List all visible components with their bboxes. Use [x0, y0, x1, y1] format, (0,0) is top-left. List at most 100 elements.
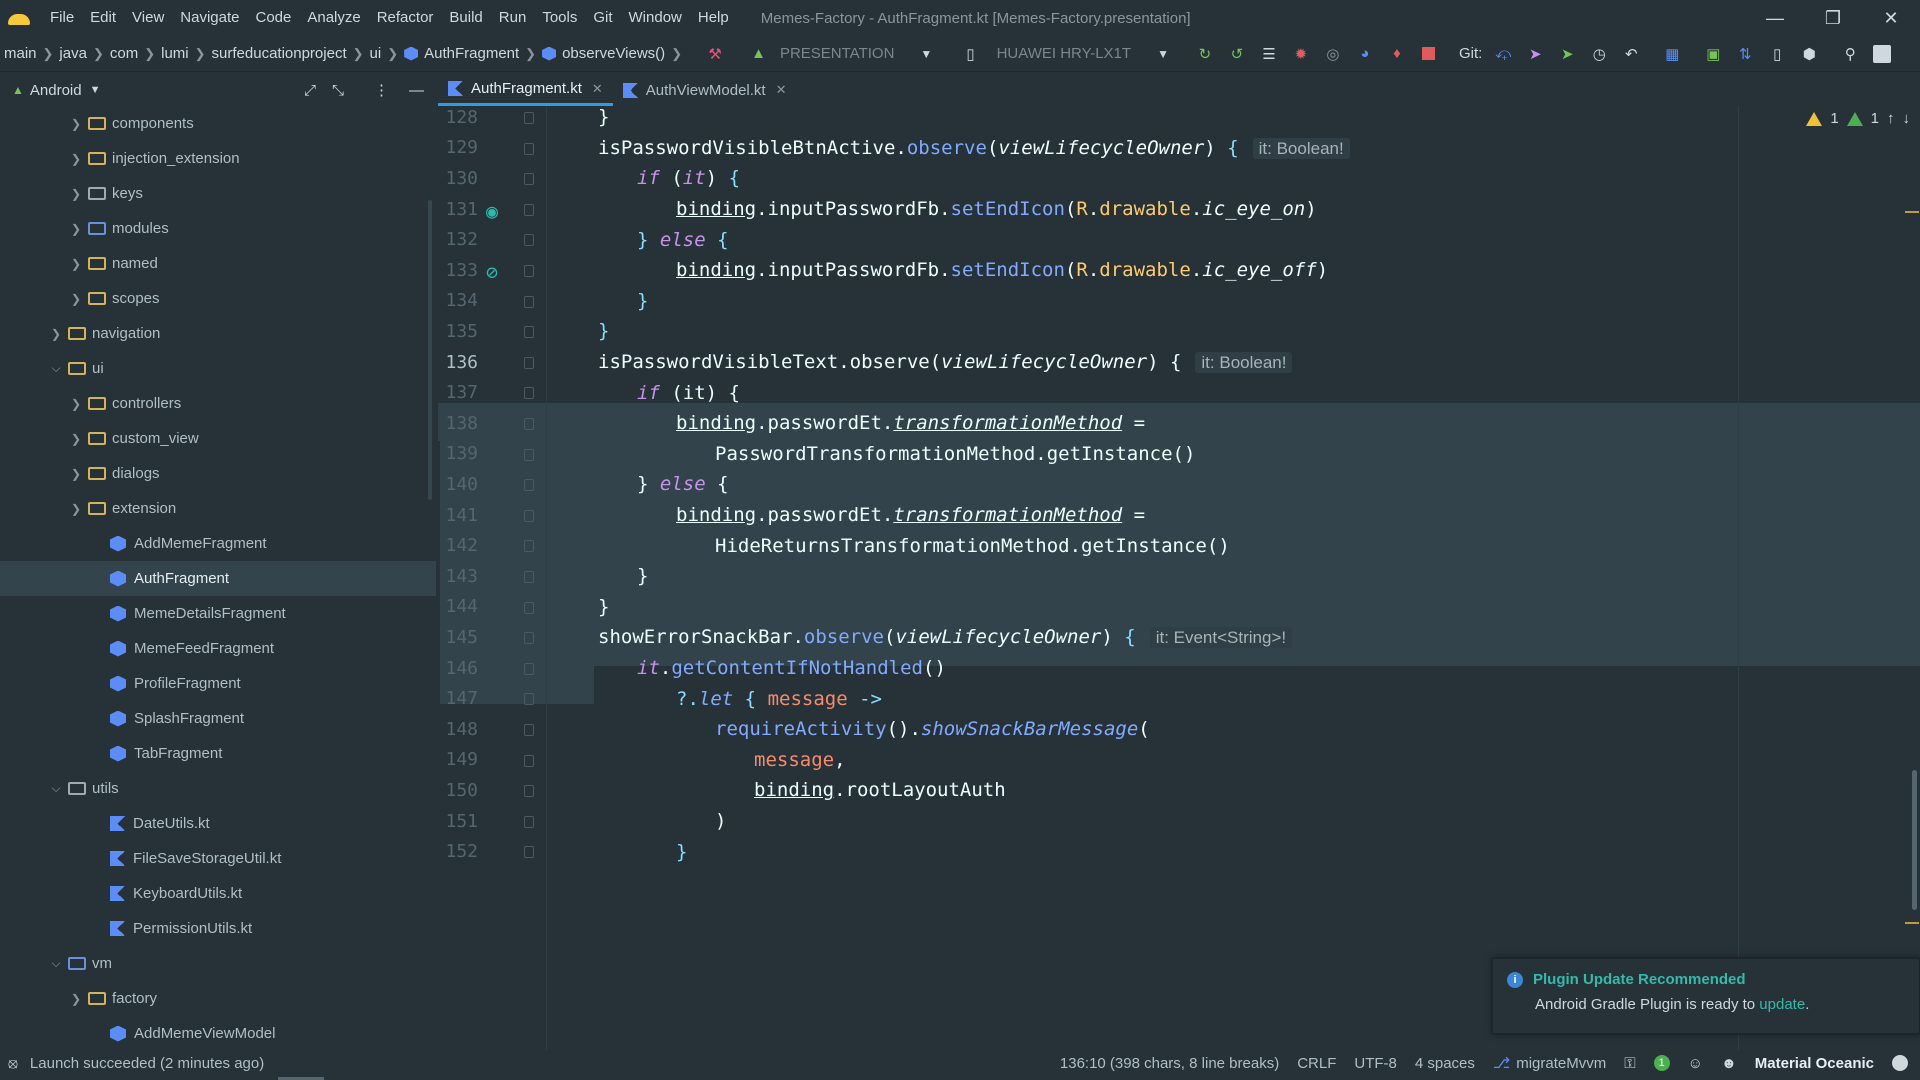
tree-item[interactable]: ❯ factory: [0, 981, 436, 1016]
chevron-right-icon[interactable]: ❯: [68, 397, 84, 411]
code-line[interactable]: 144}: [438, 592, 1920, 623]
fold-marker-icon[interactable]: [524, 112, 534, 124]
tree-item[interactable]: MemeFeedFragment: [0, 631, 436, 666]
device-manager-icon[interactable]: ▯: [1766, 43, 1788, 65]
apply-changes-icon[interactable]: ↺: [1226, 43, 1248, 65]
breadcrumb-item[interactable]: lumi: [161, 45, 189, 62]
menu-edit[interactable]: Edit: [82, 0, 124, 36]
tree-item[interactable]: ❯ named: [0, 246, 436, 281]
fold-marker-icon[interactable]: [524, 754, 534, 767]
fold-marker-icon[interactable]: [524, 356, 534, 369]
menu-refactor[interactable]: Refactor: [369, 0, 442, 36]
tree-item[interactable]: ⌵ vm: [0, 946, 436, 981]
code-line[interactable]: 150 binding.rootLayoutAuth: [438, 775, 1920, 806]
code-line[interactable]: 133 ⊘ binding.inputPasswordFb.setEndIcon(R…: [438, 255, 1920, 286]
code-line[interactable]: 131 ◉ binding.inputPasswordFb.setEndIcon(R…: [438, 194, 1920, 225]
caret-position[interactable]: 136:10 (398 chars, 8 line breaks): [1060, 1055, 1279, 1072]
chevron-right-icon[interactable]: ❯: [68, 432, 84, 446]
fold-marker-icon[interactable]: [524, 785, 534, 798]
arrow-down-icon[interactable]: ↓: [1903, 110, 1911, 127]
tree-item[interactable]: MemeDetailsFragment: [0, 596, 436, 631]
fold-marker-icon[interactable]: [524, 846, 534, 859]
gradle-sync-icon[interactable]: ⇅: [1734, 43, 1756, 65]
fold-marker-icon[interactable]: [524, 693, 534, 706]
avatar[interactable]: [1871, 43, 1893, 65]
profiler-icon[interactable]: ◕: [1354, 43, 1376, 65]
tree-item[interactable]: ❯ custom_view: [0, 421, 436, 456]
chevron-right-icon[interactable]: ❯: [68, 117, 84, 131]
breadcrumb-item[interactable]: com: [110, 45, 138, 62]
tree-item[interactable]: ❯ dialogs: [0, 456, 436, 491]
line-separator[interactable]: CRLF: [1297, 1055, 1336, 1072]
menu-view[interactable]: View: [124, 0, 172, 36]
chevron-down-icon[interactable]: ▼: [90, 84, 101, 96]
editor-tab[interactable]: AuthFragment.kt ✕: [438, 74, 613, 106]
tree-item[interactable]: ❯ modules: [0, 211, 436, 246]
menu-code[interactable]: Code: [247, 0, 299, 36]
chevron-right-icon[interactable]: ❯: [68, 257, 84, 271]
code-line[interactable]: 134}: [438, 286, 1920, 317]
debug-icon[interactable]: ✹: [1290, 43, 1312, 65]
breadcrumb-item[interactable]: AuthFragment: [404, 45, 519, 62]
fold-marker-icon[interactable]: [524, 815, 534, 828]
chevron-right-icon[interactable]: ❯: [68, 502, 84, 516]
restore-icon[interactable]: ❐: [1804, 0, 1862, 36]
code-line[interactable]: 135}: [438, 316, 1920, 347]
fold-marker-icon[interactable]: [524, 448, 534, 461]
fold-marker-icon[interactable]: [524, 540, 534, 553]
coverage-icon[interactable]: ☰: [1258, 43, 1280, 65]
fold-marker-icon[interactable]: [524, 173, 534, 186]
tree-item[interactable]: AddMemeFragment: [0, 526, 436, 561]
tree-item[interactable]: KeyboardUtils.kt: [0, 876, 436, 911]
eye-icon[interactable]: ◉: [486, 199, 512, 223]
tree-item[interactable]: ProfileFragment: [0, 666, 436, 701]
fold-marker-icon[interactable]: [524, 479, 534, 492]
inspection-widget[interactable]: 1 1 ↑ ↓: [1806, 110, 1910, 127]
code-line[interactable]: 130 if (it) {: [438, 163, 1920, 194]
menu-file[interactable]: File: [42, 0, 82, 36]
menu-window[interactable]: Window: [621, 0, 690, 36]
tree-item[interactable]: DateUtils.kt: [0, 806, 436, 841]
code-line[interactable]: 129 isPasswordVisibleBtnActive.observe(vi…: [438, 133, 1920, 164]
menu-tools[interactable]: Tools: [534, 0, 585, 36]
tree-item[interactable]: ❯ injection_extension: [0, 141, 436, 176]
chevron-right-icon[interactable]: ❯: [68, 467, 84, 481]
git-rollback-icon[interactable]: ↶: [1620, 43, 1642, 65]
fold-marker-icon[interactable]: [524, 724, 534, 736]
code-line[interactable]: 149 message,: [438, 745, 1920, 776]
event-log-badge[interactable]: 1: [1653, 1055, 1670, 1071]
chevron-right-icon[interactable]: ❯: [68, 992, 84, 1006]
tree-item[interactable]: ❯ extension: [0, 491, 436, 526]
fold-marker-icon[interactable]: [524, 295, 534, 308]
smile-icon[interactable]: ☺: [1688, 1055, 1703, 1072]
fold-marker-icon[interactable]: [524, 509, 534, 522]
chevron-right-icon[interactable]: ❯: [68, 187, 84, 201]
tree-item[interactable]: SplashFragment: [0, 701, 436, 736]
project-scrollbar[interactable]: [428, 200, 432, 500]
tree-item[interactable]: ❯ scopes: [0, 281, 436, 316]
close-icon[interactable]: ✕: [776, 82, 787, 98]
eye-off-icon[interactable]: ⊘: [486, 260, 512, 284]
lock-icon[interactable]: ⚿: [1624, 1055, 1635, 1072]
fold-marker-icon[interactable]: [524, 265, 534, 277]
rerun-icon[interactable]: ↻: [1194, 43, 1216, 65]
git-history-icon[interactable]: ◷: [1588, 43, 1610, 65]
menu-run[interactable]: Run: [491, 0, 535, 36]
sdk-manager-icon[interactable]: ⬢: [1798, 43, 1820, 65]
fold-marker-icon[interactable]: [524, 234, 534, 247]
arrow-up-icon[interactable]: ↑: [1887, 110, 1895, 127]
git-commit-icon[interactable]: ➤: [1524, 43, 1546, 65]
fold-marker-icon[interactable]: [524, 387, 534, 400]
code-line[interactable]: 139 PasswordTransformationMethod.getInsta…: [438, 439, 1920, 470]
fold-marker-icon[interactable]: [524, 142, 534, 155]
code-line[interactable]: 141 binding.passwordEt.transformationMeth…: [438, 500, 1920, 531]
code-line[interactable]: 138 binding.passwordEt.transformationMeth…: [438, 408, 1920, 439]
tree-item[interactable]: TabFragment: [0, 736, 436, 771]
breadcrumb-item[interactable]: observeViews(): [542, 45, 665, 62]
hammer-icon[interactable]: ⚒: [704, 43, 726, 65]
code-line[interactable]: 145 showErrorSnackBar.observe(viewLifecyc…: [438, 622, 1920, 653]
menu-help[interactable]: Help: [690, 0, 737, 36]
chevron-right-icon[interactable]: ❯: [68, 152, 84, 166]
run-configuration-select[interactable]: ▲ PRESENTATION ▼: [741, 40, 942, 68]
editor-tab[interactable]: AuthViewModel.kt ✕: [613, 74, 797, 106]
